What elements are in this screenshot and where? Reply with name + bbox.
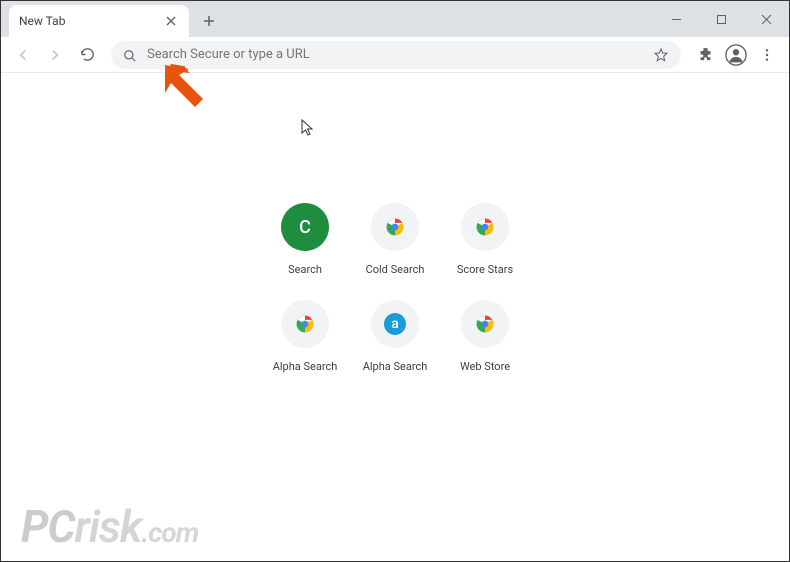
shortcut-icon: C	[281, 203, 329, 251]
forward-button[interactable]	[41, 41, 69, 69]
window-controls	[654, 1, 789, 37]
menu-button[interactable]	[753, 41, 781, 69]
shortcut-search[interactable]: C Search	[260, 203, 350, 276]
reload-button[interactable]	[73, 41, 101, 69]
close-window-button[interactable]	[744, 4, 789, 34]
profile-avatar[interactable]	[723, 42, 749, 68]
maximize-button[interactable]	[699, 4, 744, 34]
shortcut-alpha-search-1[interactable]: Alpha Search	[260, 300, 350, 373]
address-bar[interactable]	[111, 41, 681, 69]
watermark-risk: risk	[74, 501, 141, 553]
omnibox-input[interactable]	[147, 47, 653, 62]
shortcut-icon: a	[371, 300, 419, 348]
shortcut-label: Cold Search	[366, 263, 425, 276]
shortcuts-grid: C Search Cold Search Score Stars Alpha S…	[260, 203, 530, 373]
alpha-icon: a	[384, 313, 406, 335]
shortcut-icon	[371, 203, 419, 251]
shortcut-score-stars[interactable]: Score Stars	[440, 203, 530, 276]
shortcut-label: Score Stars	[457, 263, 513, 276]
shortcut-icon	[461, 300, 509, 348]
tab-close-icon[interactable]	[163, 13, 179, 29]
watermark-com: .com	[141, 516, 198, 549]
shortcut-web-store[interactable]: Web Store	[440, 300, 530, 373]
shortcut-label: Alpha Search	[273, 360, 338, 373]
bookmark-star-icon[interactable]	[653, 47, 669, 63]
shortcut-icon	[461, 203, 509, 251]
shortcut-alpha-search-2[interactable]: a Alpha Search	[350, 300, 440, 373]
browser-tab[interactable]: New Tab	[9, 5, 189, 37]
shortcut-label: Web Store	[460, 360, 510, 373]
shortcut-icon	[281, 300, 329, 348]
toolbar	[1, 37, 789, 73]
titlebar: New Tab	[1, 1, 789, 37]
shortcut-label: Alpha Search	[363, 360, 428, 373]
new-tab-button[interactable]	[195, 7, 223, 35]
tab-title: New Tab	[19, 14, 163, 28]
minimize-button[interactable]	[654, 4, 699, 34]
watermark: PCrisk.com	[21, 501, 198, 553]
new-tab-page: C Search Cold Search Score Stars Alpha S…	[1, 73, 789, 561]
shortcut-label: Search	[288, 263, 322, 276]
extensions-icon[interactable]	[691, 41, 719, 69]
watermark-pc: PC	[21, 501, 74, 553]
search-icon	[123, 48, 137, 62]
back-button[interactable]	[9, 41, 37, 69]
shortcut-cold-search[interactable]: Cold Search	[350, 203, 440, 276]
